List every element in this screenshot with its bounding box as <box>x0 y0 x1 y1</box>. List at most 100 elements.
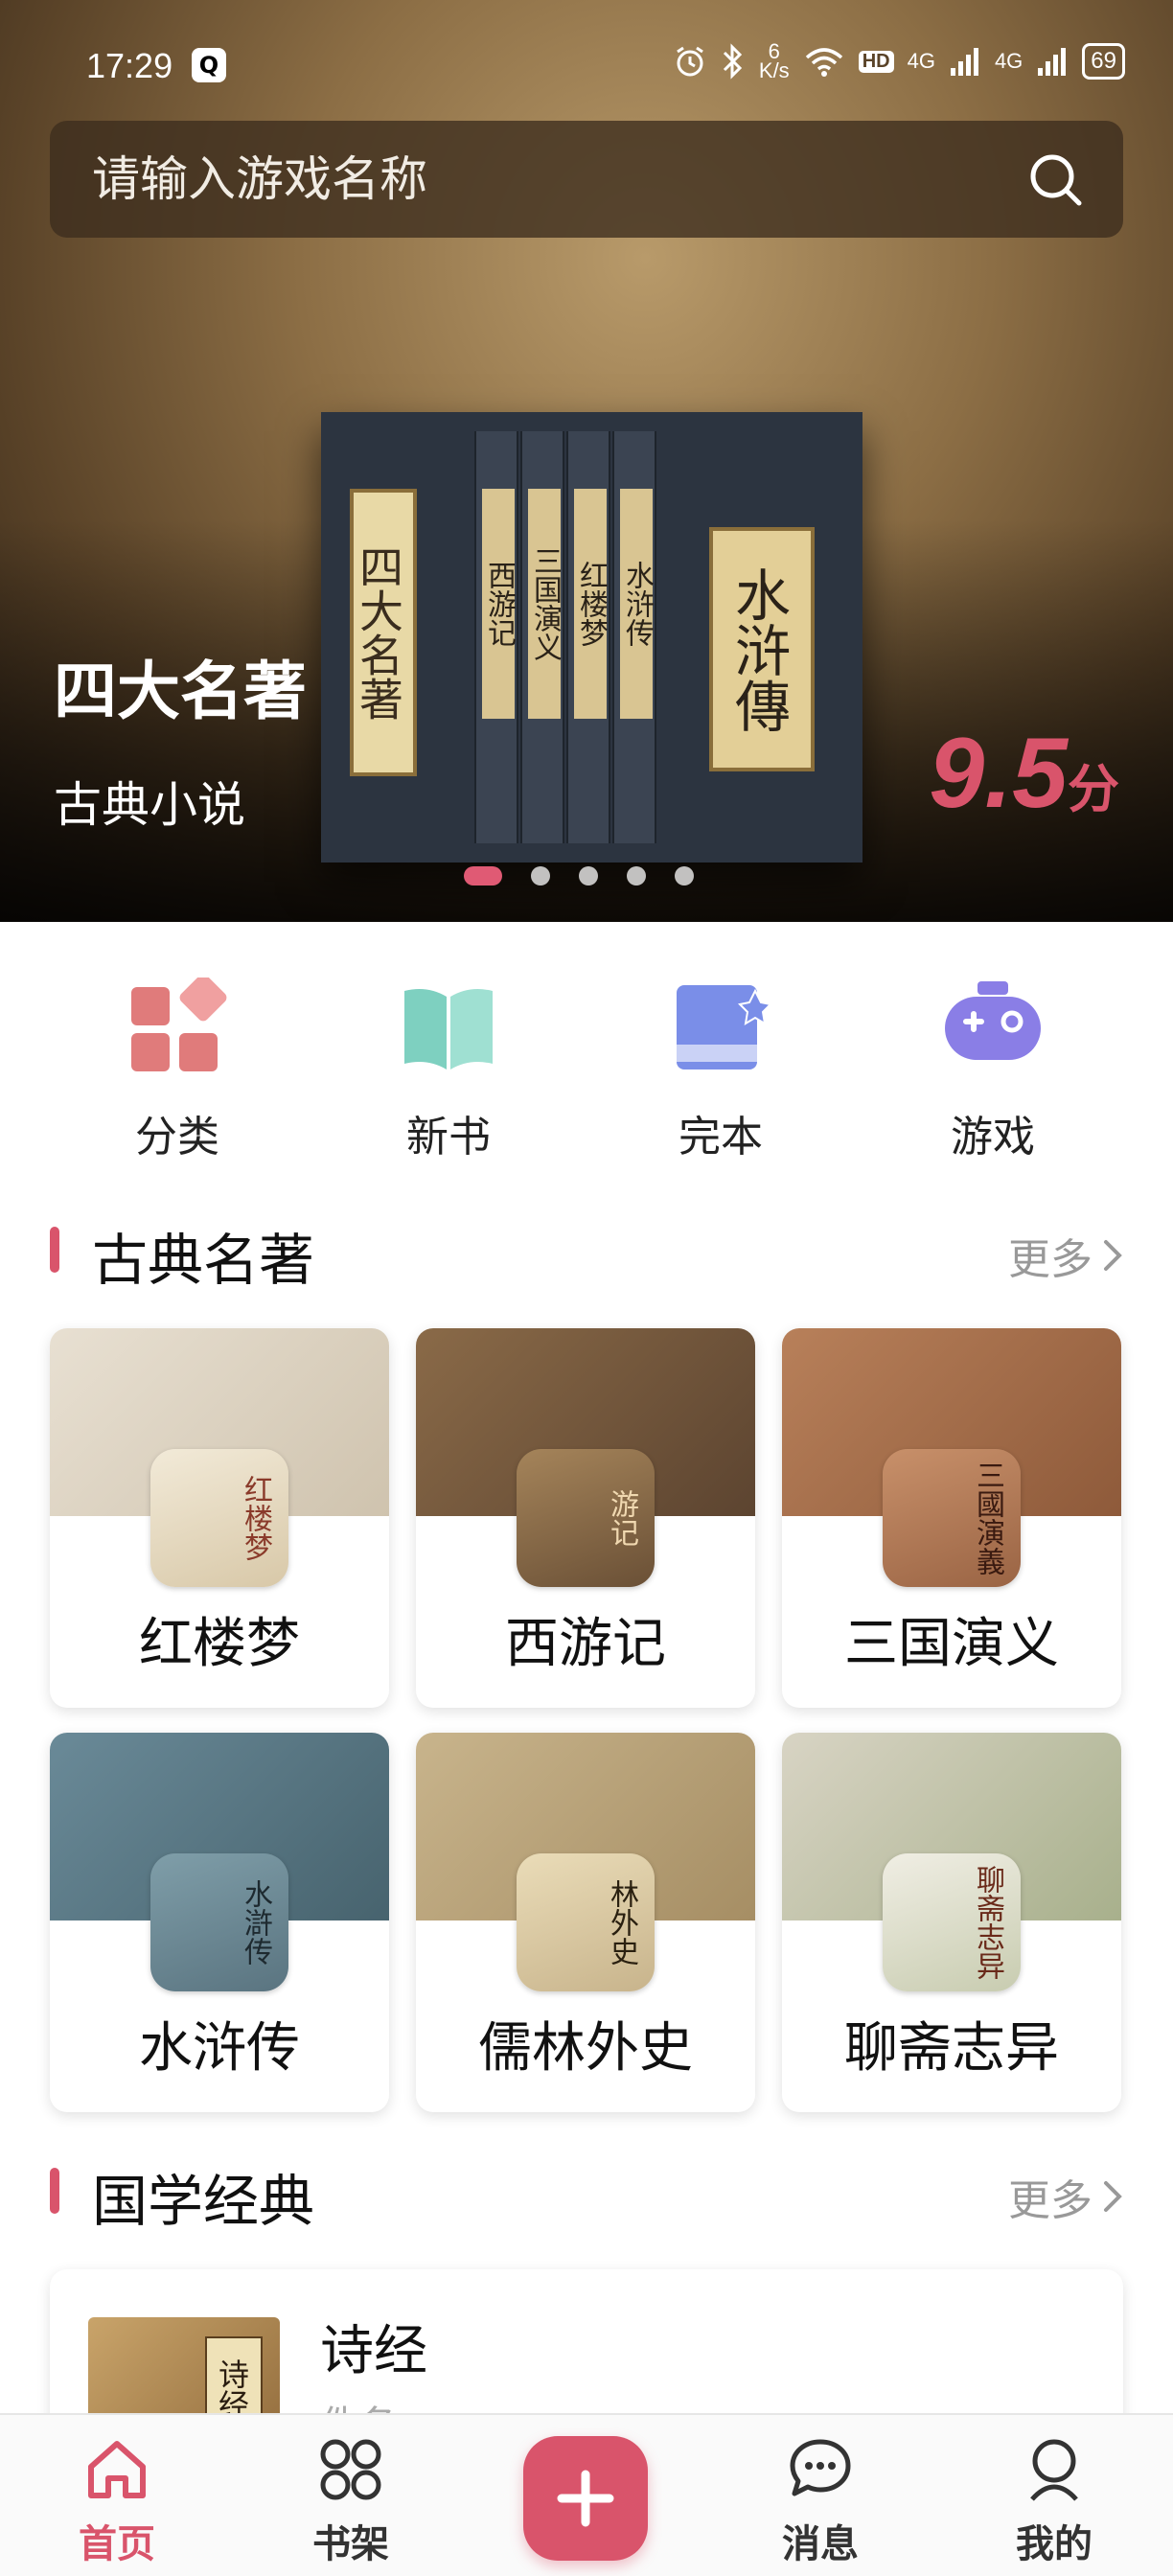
book-title: 诗经 <box>320 2320 427 2382</box>
book-card[interactable]: 三國演義 三国演义 <box>782 1328 1121 1708</box>
signal-2-icon <box>1038 48 1067 76</box>
quick-nav: 分类 新书 完本 游戏 <box>0 974 1173 1169</box>
category-icon <box>131 974 227 1071</box>
battery-indicator: 69 <box>1082 43 1125 80</box>
book-thumbnail: 聊斋志异 <box>883 1853 1021 1991</box>
hero-book-box-image: 四大名著 西游记 三国演义 红楼梦 水浒传 水浒傳 <box>321 412 862 862</box>
quick-nav-label: 游戏 <box>951 1113 1035 1162</box>
hero-score-value: 9.5 <box>929 718 1068 829</box>
more-link[interactable]: 更多 <box>1008 2166 1123 2227</box>
quick-nav-label: 分类 <box>135 1113 219 1162</box>
book-card[interactable]: 红楼梦 红楼梦 <box>50 1328 389 1708</box>
carousel-dot[interactable] <box>627 866 646 886</box>
book-title: 聊斋志异 <box>844 2017 1059 2080</box>
hd-badge: HD <box>858 50 894 73</box>
carousel-dot-active[interactable] <box>464 866 502 886</box>
add-button[interactable] <box>523 2436 648 2561</box>
alarm-icon <box>677 46 703 77</box>
spine-label: 红楼梦 <box>574 489 608 719</box>
section-header-guoxue: 国学经典 更多 <box>50 2152 1123 2234</box>
hero-score-unit: 分 <box>1068 759 1119 819</box>
message-icon <box>790 2439 851 2496</box>
book-spine: 三国演义 <box>520 431 564 843</box>
tab-profile[interactable]: 我的 <box>958 2415 1150 2576</box>
spine-label: 三国演义 <box>528 489 562 719</box>
chevron-right-icon <box>1104 2181 1122 2212</box>
quick-nav-category[interactable]: 分类 <box>91 974 264 1169</box>
carousel-dot[interactable] <box>579 866 598 886</box>
book-spine: 红楼梦 <box>566 431 610 843</box>
qq-notification-icon: Q <box>192 48 226 82</box>
plus-icon <box>557 2470 614 2527</box>
hero-score: 9.5分 <box>929 717 1119 831</box>
carousel-dot[interactable] <box>675 866 694 886</box>
more-link[interactable]: 更多 <box>1008 1225 1123 1286</box>
book-title: 西游记 <box>505 1613 666 1675</box>
book-card[interactable]: 水滸传 水浒传 <box>50 1733 389 2112</box>
carousel-dot[interactable] <box>531 866 550 886</box>
hero-title: 四大名著 <box>54 655 307 728</box>
quick-nav-label: 新书 <box>406 1113 491 1162</box>
finished-book-icon <box>677 985 773 1070</box>
network-speed: 6 K/s <box>758 41 790 82</box>
home-icon <box>88 2441 146 2498</box>
book-thumbnail: 三國演義 <box>883 1449 1021 1587</box>
more-label: 更多 <box>1008 1235 1092 1284</box>
book-card[interactable]: 游记 西游记 <box>416 1328 755 1708</box>
signal-1-icon <box>950 48 978 76</box>
book-title: 红楼梦 <box>139 1613 300 1675</box>
status-bar: 17:29 Q 6 K/s HD 4G 4G 69 <box>0 0 1173 125</box>
tab-messages[interactable]: 消息 <box>724 2415 916 2576</box>
carousel-dots[interactable] <box>464 866 694 886</box>
more-label: 更多 <box>1008 2176 1092 2225</box>
tab-label: 首页 <box>79 2522 155 2566</box>
section-accent-bar <box>50 1227 59 1273</box>
wifi-icon <box>805 48 842 77</box>
tab-label: 我的 <box>1016 2522 1092 2566</box>
quick-nav-label: 完本 <box>678 1113 763 1162</box>
tab-home[interactable]: 首页 <box>21 2415 213 2576</box>
network-speed-unit: K/s <box>758 58 790 82</box>
gamepad-icon <box>945 981 1041 1060</box>
section-title: 古典名著 <box>92 1228 315 1293</box>
hero-banner[interactable]: 17:29 Q 6 K/s HD 4G 4G 69 四大名著 西游记 三国演义 … <box>0 0 1173 922</box>
search-icon[interactable] <box>1027 151 1085 209</box>
search-input[interactable] <box>92 121 954 238</box>
book-thumbnail: 红楼梦 <box>150 1449 288 1587</box>
signal-2-label: 4G <box>994 49 1024 73</box>
tab-bookshelf[interactable]: 书架 <box>255 2415 447 2576</box>
book-title: 儒林外史 <box>478 2017 693 2080</box>
status-right-icons: 6 K/s HD 4G 4G 69 <box>673 41 1125 82</box>
signal-1-label: 4G <box>907 49 935 73</box>
book-thumbnail: 水滸传 <box>150 1853 288 1991</box>
box-right-cover: 水浒傳 <box>709 527 815 771</box>
hero-subtitle: 古典小说 <box>54 777 245 833</box>
chevron-right-icon <box>1104 1240 1122 1271</box>
book-card[interactable]: 林外史 儒林外史 <box>416 1733 755 2112</box>
section-accent-bar <box>50 2168 59 2214</box>
book-spine: 西游记 <box>474 431 518 843</box>
book-title: 水浒传 <box>139 2017 300 2080</box>
search-bar[interactable] <box>50 121 1123 238</box>
tab-label: 消息 <box>782 2522 859 2566</box>
quick-nav-game[interactable]: 游戏 <box>907 978 1079 1169</box>
book-thumbnail: 游记 <box>517 1449 655 1587</box>
bookshelf-icon <box>320 2439 381 2500</box>
book-title: 三国演义 <box>844 1613 1059 1675</box>
status-time: 17:29 <box>86 46 173 85</box>
spine-label: 西游记 <box>482 489 516 719</box>
section-header-classics: 古典名著 更多 <box>50 1211 1123 1293</box>
book-spine: 水浒传 <box>612 431 656 843</box>
spine-label: 水浒传 <box>620 489 654 719</box>
tab-label: 书架 <box>312 2522 389 2566</box>
quick-nav-new[interactable]: 新书 <box>362 978 535 1169</box>
profile-icon <box>1030 2439 1078 2501</box>
quick-nav-finished[interactable]: 完本 <box>634 978 807 1169</box>
section-title: 国学经典 <box>92 2169 315 2234</box>
bottom-tab-bar: 首页 书架 消息 我的 <box>0 2413 1173 2576</box>
book-thumbnail: 林外史 <box>517 1853 655 1991</box>
box-left-label: 四大名著 <box>350 489 417 776</box>
bluetooth-icon <box>723 43 743 80</box>
book-card[interactable]: 聊斋志异 聊斋志异 <box>782 1733 1121 2112</box>
open-book-icon <box>404 989 493 1070</box>
